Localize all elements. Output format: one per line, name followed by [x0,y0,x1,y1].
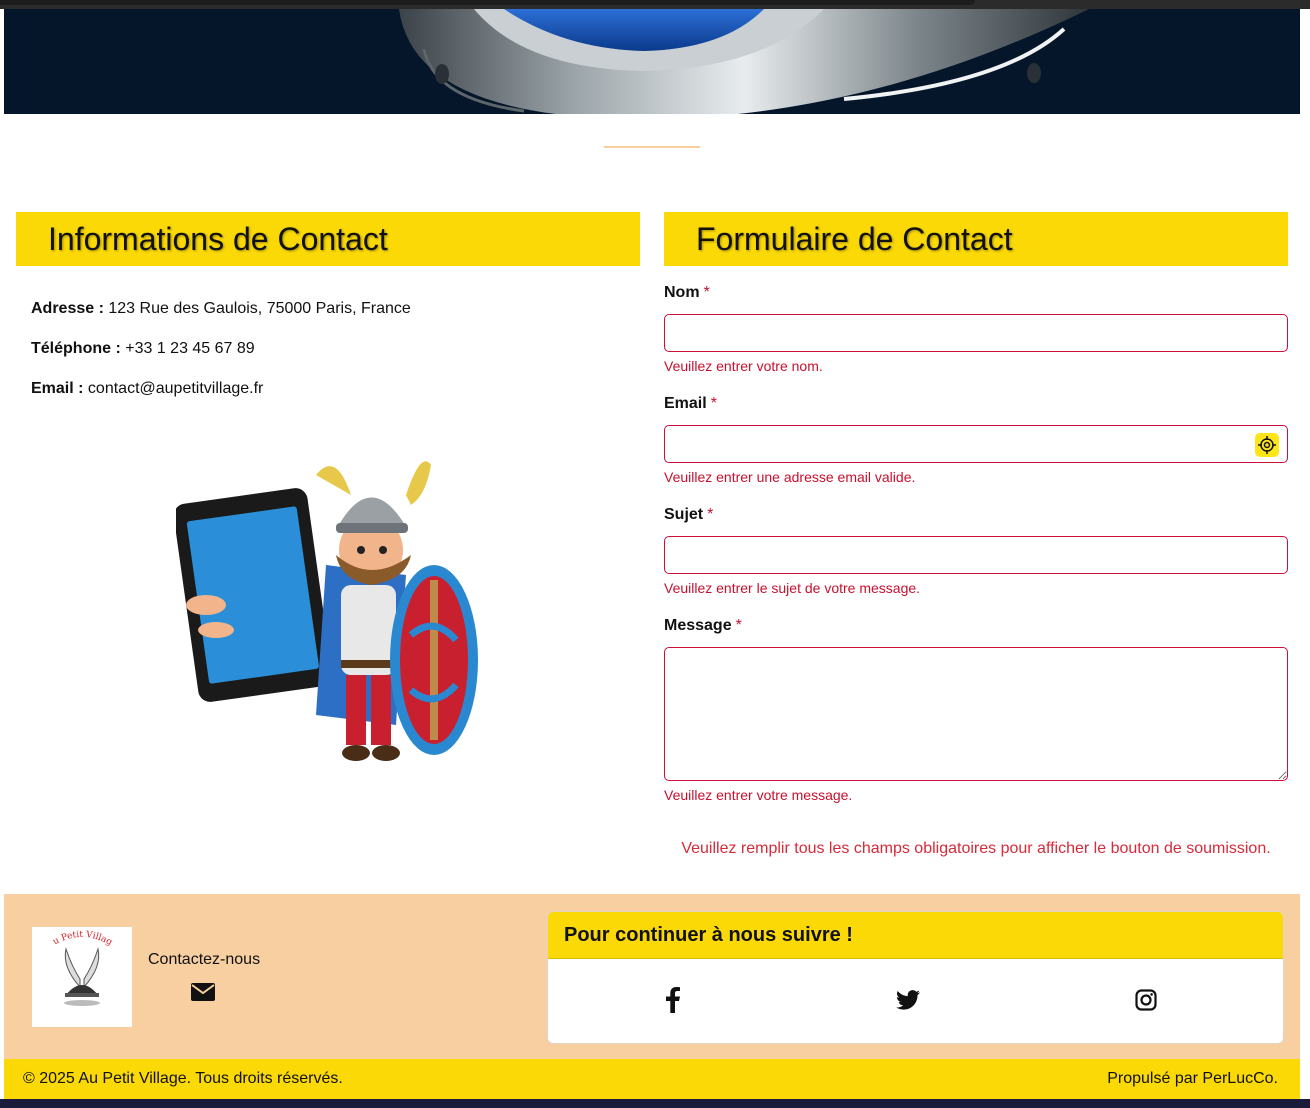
contact-info-title: Informations de Contact [48,220,388,257]
twitter-icon[interactable] [896,990,920,1015]
phone-label: Téléphone : [31,340,121,357]
name-label: Nom * [664,284,710,301]
follow-us-title: Pour continuer à nous suivre ! [548,912,1283,959]
contact-form-header: Formulaire de Contact [664,212,1288,266]
contact-us-label: Contactez-nous [148,951,261,968]
copyright-bar: © 2025 Au Petit Village. Tous droits rés… [4,1059,1300,1099]
facebook-icon[interactable] [665,987,681,1018]
email-line: Email : contact@aupetitvillage.fr [31,380,263,398]
submit-hint: Veuillez remplir tous les champs obligat… [681,840,1271,857]
required-mark: * [707,506,714,523]
gaulish-warrior-illustration [173,455,481,773]
email-label: Email : [31,380,84,397]
name-error: Veuillez entrer votre nom. [664,358,823,374]
message-label: Message * [664,617,742,634]
phone-line: Téléphone : +33 1 23 45 67 89 [31,340,255,358]
address-label: Adresse : [31,300,104,317]
copyright-text: © 2025 Au Petit Village. Tous droits rés… [23,1070,343,1087]
address-value: 123 Rue des Gaulois, 75000 Paris, France [108,300,411,317]
powered-by-text: Propulsé par PerLucCo. [1107,1070,1278,1087]
email-value: contact@aupetitvillage.fr [87,380,264,397]
email-field-label: Email * [664,395,717,412]
subject-label: Sujet * [664,506,714,523]
required-mark: * [710,395,717,412]
name-input[interactable] [664,314,1288,352]
message-textarea[interactable] [664,647,1288,781]
hero-banner [4,9,1300,114]
browser-top-strip [0,0,1310,9]
contact-form-title: Formulaire de Contact [696,220,1013,257]
message-error: Veuillez entrer votre message. [664,787,853,803]
envelope-icon[interactable] [191,983,215,1006]
email-field[interactable] [665,426,1239,464]
logo-text-art: Au Petit Village [32,927,114,948]
subject-input[interactable] [664,536,1288,574]
browser-tab-edge [0,0,975,5]
email-input-wrapper [664,425,1288,464]
helmet-banner-image [4,9,1300,114]
taskbar-edge [0,1099,1310,1108]
crosshair-icon[interactable] [1255,433,1279,457]
subject-error: Veuillez entrer le sujet de votre messag… [664,580,921,596]
instagram-icon[interactable] [1135,989,1157,1016]
site-logo[interactable]: Au Petit Village [28,920,132,1027]
follow-us-card: Pour continuer à nous suivre ! [547,911,1284,1044]
required-mark: * [735,617,742,634]
contact-info-header: Informations de Contact [16,212,640,266]
footer: Au Petit Village Contactez-nous Pour con… [4,894,1300,1059]
email-error: Veuillez entrer une adresse email valide… [664,469,916,485]
address-line: Adresse : 123 Rue des Gaulois, 75000 Par… [31,300,411,318]
phone-value: +33 1 23 45 67 89 [125,340,255,357]
section-divider [604,146,700,148]
required-mark: * [703,284,710,301]
